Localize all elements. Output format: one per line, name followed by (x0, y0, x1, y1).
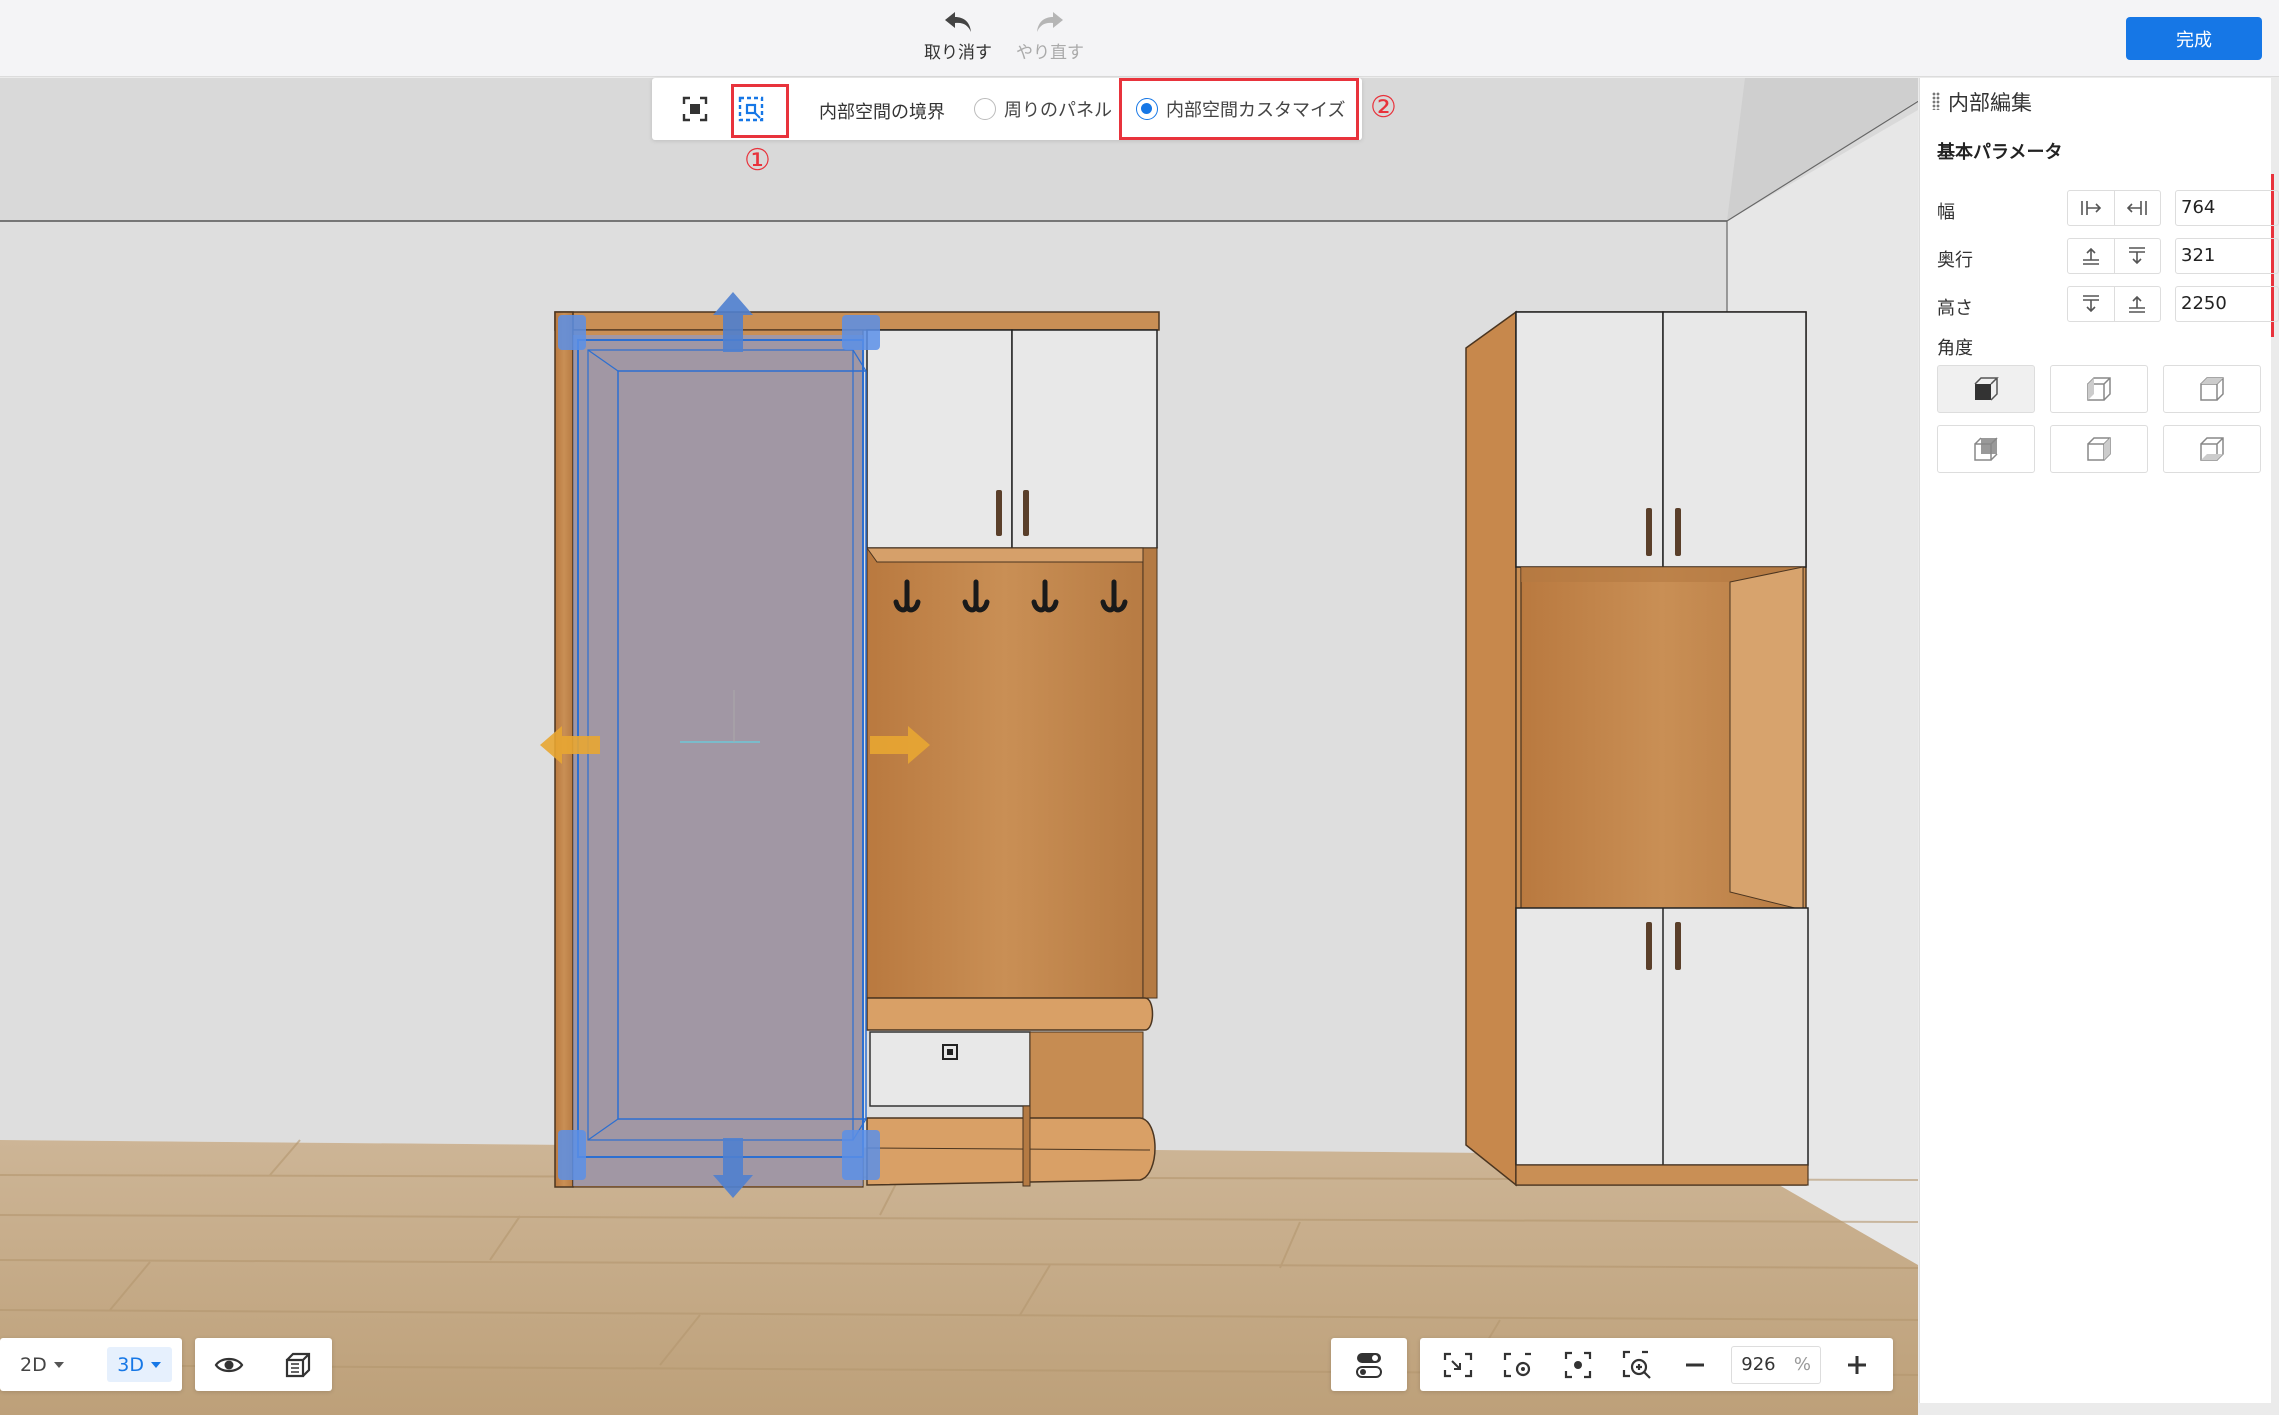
radio-unchecked-icon (974, 98, 996, 120)
angle-left-button[interactable] (2050, 365, 2148, 413)
angle-bottom-button[interactable] (2163, 425, 2261, 473)
align-top-button[interactable] (2068, 287, 2115, 321)
annotation-marker-1: ① (744, 143, 771, 178)
height-label: 高さ (1937, 298, 1973, 319)
angle-top-button[interactable] (2163, 365, 2261, 413)
view-mode-bar: 2D 3D (0, 1338, 182, 1391)
top-bar: 取り消す やり直す 完成 (0, 0, 2279, 77)
camera-settings-button[interactable] (1496, 1338, 1540, 1391)
redo-label: やり直す (1016, 43, 1084, 63)
height-align-buttons (2067, 286, 2161, 322)
mode-3d-label: 3D (117, 1353, 144, 1376)
focus-button[interactable] (1556, 1338, 1600, 1391)
select-frame-button[interactable] (676, 90, 714, 128)
cube-icon (285, 1352, 310, 1377)
zoom-unit: % (1793, 1354, 1811, 1375)
mode-2d-label: 2D (20, 1353, 47, 1376)
angle-back-button[interactable] (1937, 425, 2035, 473)
cube-bottom-icon (2200, 437, 2224, 461)
cube-left-icon (2087, 377, 2111, 401)
width-input[interactable]: 764 (2175, 190, 2279, 226)
caret-down-icon (53, 1361, 64, 1368)
visibility-button[interactable] (204, 1338, 254, 1391)
annotation-marker-2: ② (1370, 90, 1397, 125)
panel-title: 内部編集 (1948, 91, 2032, 115)
annotation-box-1 (731, 84, 789, 138)
align-front-button[interactable] (2068, 239, 2115, 273)
toggle-switch-icon (1356, 1352, 1382, 1378)
viewport-3d[interactable] (0, 78, 1918, 1415)
app-root: 取り消す やり直す 完成 内部空間の境界 周りのパネル 内部空間カスタマイズ ①… (0, 0, 2279, 1415)
fit-view-icon (1443, 1352, 1473, 1377)
display-bar (195, 1338, 332, 1391)
surrounding-panel-radio[interactable]: 周りのパネル (974, 96, 1112, 122)
zoom-out-button[interactable] (1675, 1338, 1715, 1391)
undo-label: 取り消す (924, 43, 992, 63)
align-left-button[interactable] (2068, 191, 2115, 225)
align-right-icon (2127, 201, 2148, 215)
cube-top-icon (2200, 377, 2224, 401)
eye-icon (214, 1357, 244, 1372)
depth-align-buttons (2067, 238, 2161, 274)
cube-right-icon (2087, 437, 2111, 461)
camera-settings-icon (1503, 1352, 1531, 1377)
fit-view-button[interactable] (1436, 1338, 1480, 1391)
undo-icon (945, 12, 971, 32)
align-back-button[interactable] (2115, 239, 2161, 273)
select-frame-icon (682, 96, 708, 122)
width-label: 幅 (1937, 202, 1955, 223)
undo-button[interactable]: 取り消す (913, 10, 1003, 63)
zoom-in-button[interactable] (1837, 1338, 1877, 1391)
width-param-row: 幅 764 (1937, 190, 2279, 226)
zoom-area-button[interactable] (1615, 1338, 1659, 1391)
settings-bar (1331, 1338, 1407, 1391)
room-render (0, 78, 1918, 1415)
inner-edit-panel: 内部編集 基本パラメータ 幅 764 奥行 321 高さ 2250 角度 (1919, 78, 2279, 1403)
toggle-settings-button[interactable] (1344, 1338, 1394, 1391)
zoom-input[interactable]: 926 % (1731, 1345, 1822, 1384)
angle-title: 角度 (1937, 338, 1973, 359)
height-param-row: 高さ 2250 (1937, 286, 2279, 322)
drag-handle-icon[interactable] (1932, 92, 1940, 110)
plus-icon (1847, 1355, 1866, 1374)
surrounding-panel-label: 周りのパネル (1004, 100, 1112, 121)
depth-label: 奥行 (1937, 250, 1973, 271)
angle-front-button[interactable] (1937, 365, 2035, 413)
camera-zoom-bar: 926 % (1420, 1338, 1893, 1391)
annotation-box-2 (1119, 78, 1359, 140)
material-view-button[interactable] (273, 1338, 323, 1391)
basic-params-title: 基本パラメータ (1937, 142, 2063, 163)
depth-param-row: 奥行 321 (1937, 238, 2279, 274)
depth-input[interactable]: 321 (2175, 238, 2279, 274)
minus-icon (1686, 1363, 1705, 1366)
focus-icon (1564, 1351, 1591, 1378)
inner-space-boundary-label: 内部空間の境界 (819, 102, 945, 123)
redo-button[interactable]: やり直す (1005, 10, 1095, 63)
cube-front-icon (1974, 377, 1999, 401)
align-top-icon (2082, 295, 2099, 313)
cube-back-icon (1974, 437, 1998, 461)
mode-3d-button[interactable]: 3D (107, 1347, 172, 1382)
mode-2d-button[interactable]: 2D (10, 1347, 75, 1382)
caret-down-icon (151, 1361, 161, 1368)
angle-right-button[interactable] (2050, 425, 2148, 473)
done-button[interactable]: 完成 (2126, 17, 2262, 60)
align-right-button[interactable] (2115, 191, 2161, 225)
align-front-icon (2082, 247, 2099, 265)
redo-icon (1037, 12, 1063, 32)
align-bottom-icon (2129, 295, 2146, 313)
height-input[interactable]: 2250 (2175, 286, 2279, 322)
align-back-icon (2129, 247, 2146, 265)
zoom-value: 926 (1741, 1354, 1776, 1375)
width-align-buttons (2067, 190, 2161, 226)
align-left-icon (2080, 201, 2101, 215)
zoom-area-icon (1623, 1350, 1652, 1379)
align-bottom-button[interactable] (2115, 287, 2161, 321)
